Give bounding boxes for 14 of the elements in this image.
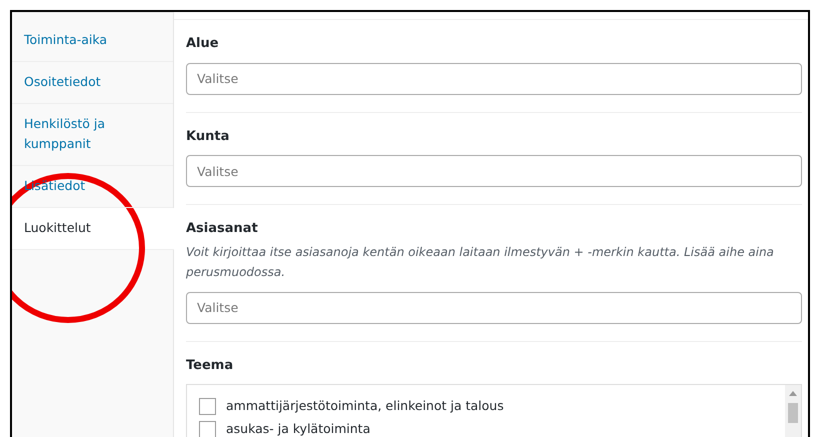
field-label: Alue xyxy=(186,35,220,53)
sidebar-item[interactable]: Osoitetiedot xyxy=(12,62,173,104)
checkbox-label: ammattijärjestötoiminta, elinkeinot ja talous xyxy=(226,397,504,415)
sidebar-item[interactable]: Henkilöstö ja kumppanit xyxy=(12,104,173,166)
field-label: Kunta xyxy=(186,128,230,146)
field-label: Asiasanat xyxy=(186,220,259,238)
select-field[interactable]: Valitse xyxy=(186,155,802,187)
field-label: Teema xyxy=(186,356,234,374)
sidebar-item[interactable]: Luokittelut xyxy=(12,208,174,250)
field-description: Voit kirjoittaa itse asiasanoja kentän oikeaan laitaan ilmestyvän + -merkin kautta. Lisää aihe aina perusmuodossa. xyxy=(186,244,775,280)
checkbox-label: asukas- ja kylätoiminta xyxy=(226,420,370,437)
sidebar-item[interactable]: Toiminta-aika xyxy=(12,20,173,62)
select-field[interactable]: Valitse xyxy=(186,292,802,324)
select-field[interactable]: Valitse xyxy=(186,62,802,94)
